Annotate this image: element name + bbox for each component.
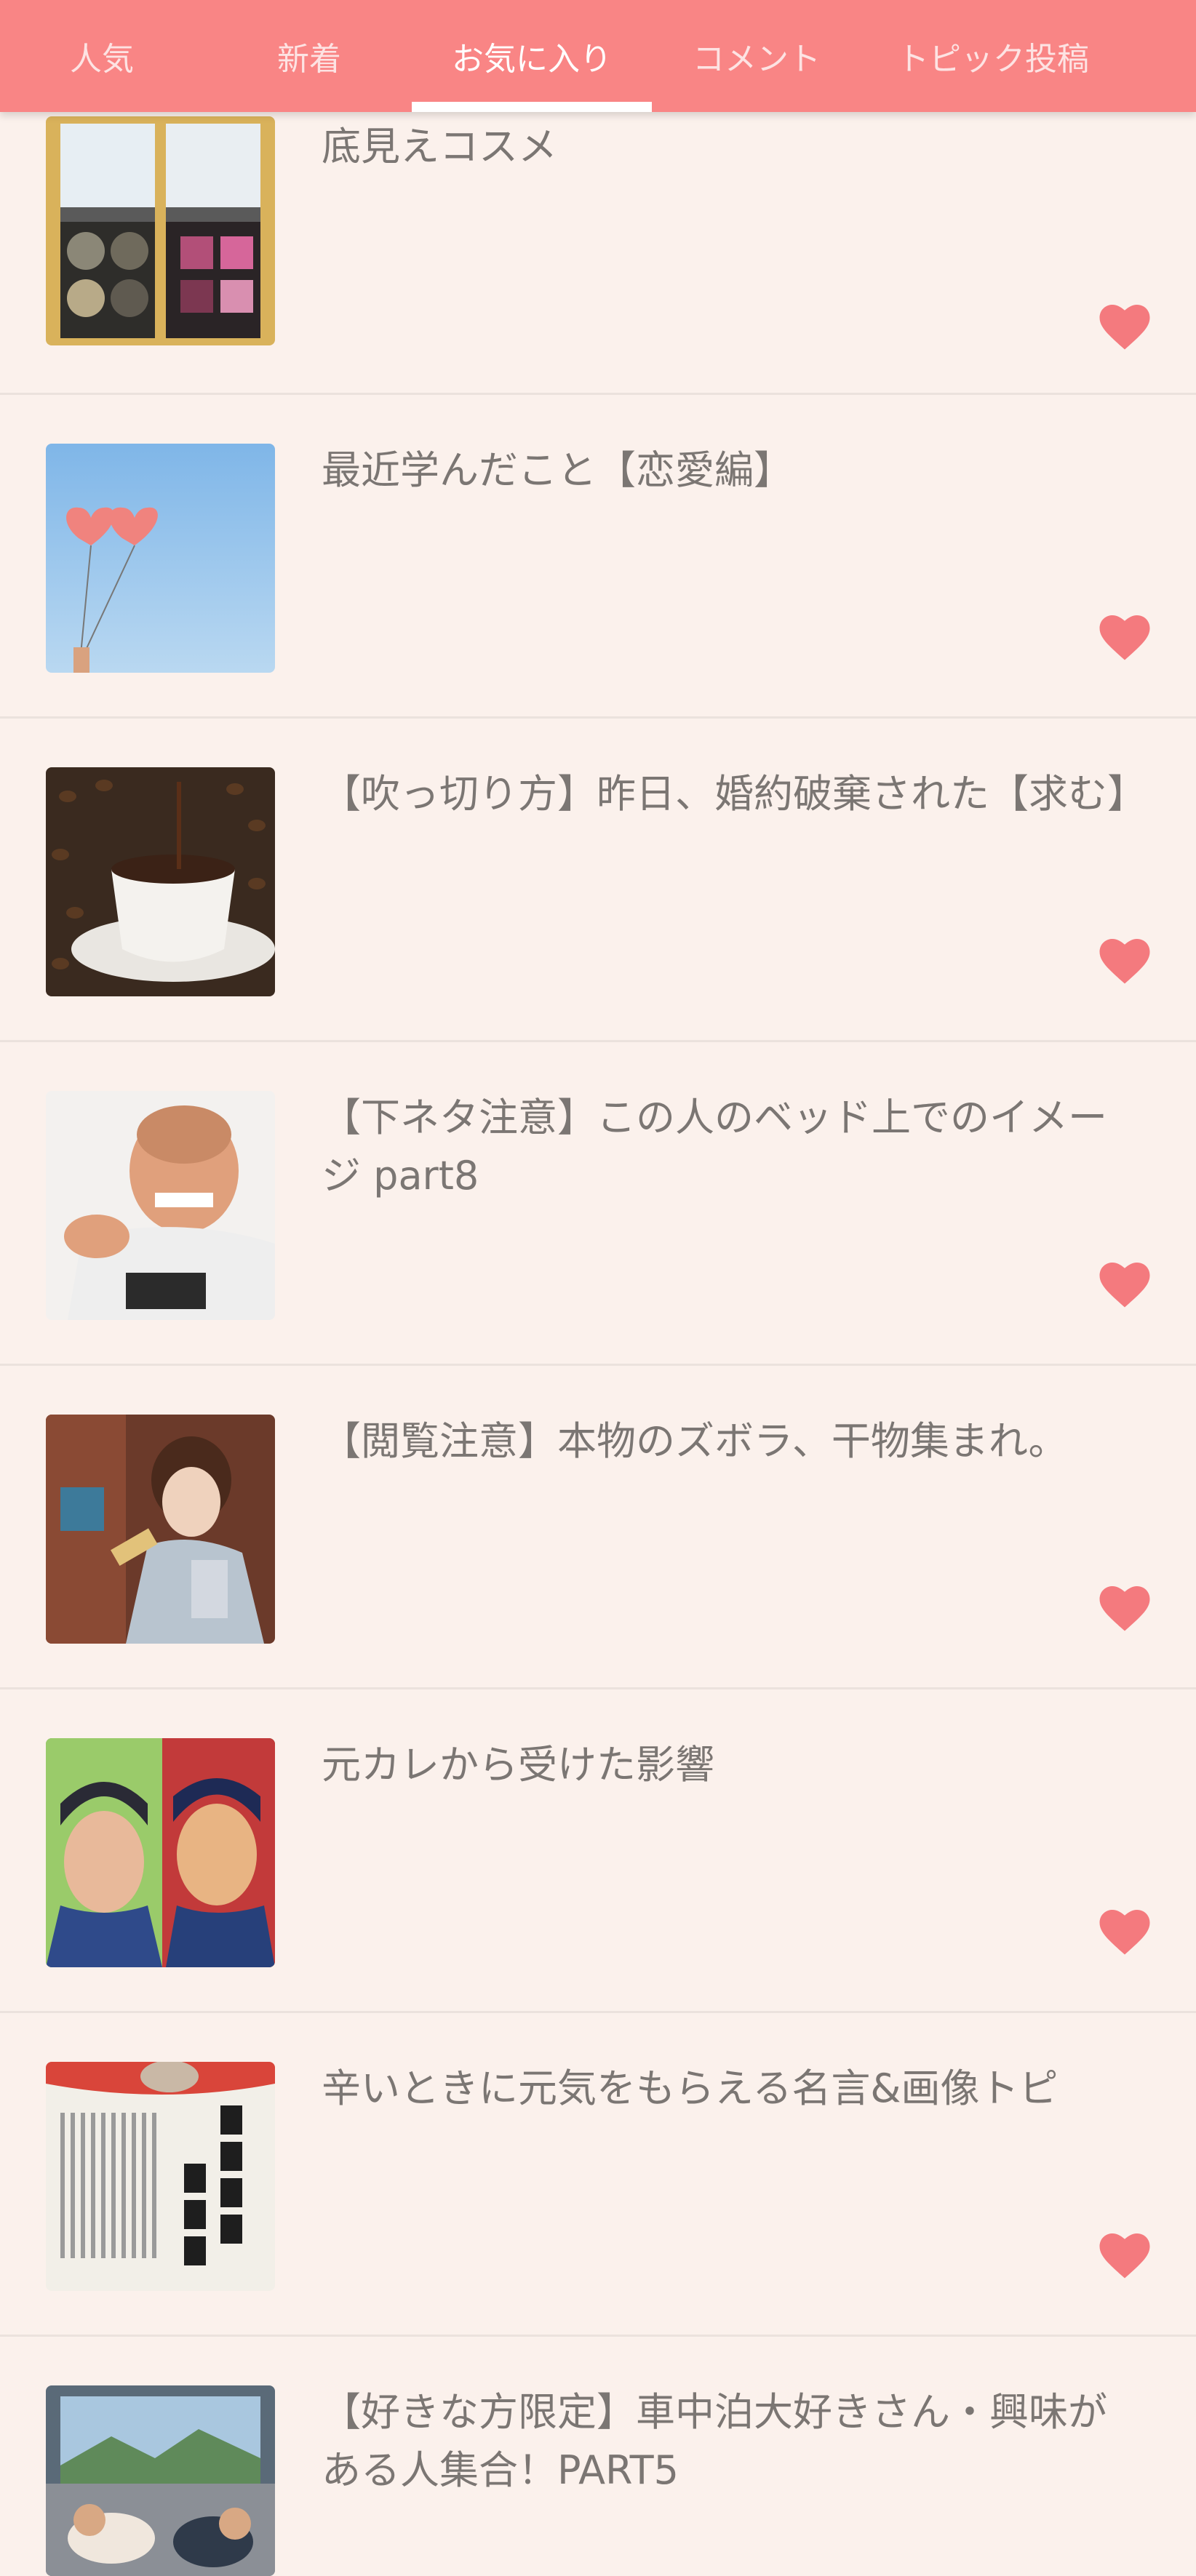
tab-post-topic[interactable]: トピック投稿 [873, 0, 1113, 112]
topic-title: 【好きな方限定】車中泊大好きさん・興味がある人集合！PART5 [322, 2389, 1107, 2493]
topic-thumbnail[interactable] [46, 116, 275, 345]
topic-thumbnail[interactable] [46, 444, 275, 673]
topic-thumbnail[interactable] [46, 1738, 275, 1967]
manga-characters-photo [46, 1738, 275, 1967]
heart-icon[interactable] [1099, 613, 1151, 661]
topic-list-item[interactable]: 辛いときに元気をもらえる名言&画像トピ [0, 2013, 1196, 2337]
heart-icon[interactable] [1099, 937, 1151, 985]
topic-list-item[interactable]: 【吹っ切り方】昨日、婚約破棄された【求む】 [0, 719, 1196, 1042]
heart-icon[interactable] [1099, 2231, 1151, 2279]
topic-thumbnail[interactable] [46, 1415, 275, 1644]
topic-thumbnail[interactable] [46, 767, 275, 996]
topic-list-item[interactable]: 底見えコスメ [0, 71, 1196, 395]
heart-icon[interactable] [1099, 1260, 1151, 1308]
topic-title: 最近学んだこと【恋愛編】 [322, 447, 793, 493]
top-tab-bar: 人気 新着 お気に入り コメント トピック投稿 [0, 0, 1196, 112]
topic-thumbnail[interactable] [46, 1091, 275, 1320]
woman-eating-photo [46, 1415, 275, 1644]
topic-title: 元カレから受けた影響 [322, 1742, 714, 1788]
eyeshadow-palette-photo [46, 116, 275, 345]
quote-poster-photo [46, 2062, 275, 2291]
tab-comments[interactable]: コメント [669, 0, 844, 112]
topic-thumbnail[interactable] [46, 2062, 275, 2291]
topic-title: 【閲覧注意】本物のズボラ、干物集まれ。 [322, 1418, 1068, 1464]
heart-icon[interactable] [1099, 303, 1151, 351]
coffee-cup-photo [46, 767, 275, 996]
topic-list-item[interactable]: 最近学んだこと【恋愛編】 [0, 395, 1196, 719]
topic-title: 辛いときに元気をもらえる名言&画像トピ [322, 2065, 1059, 2111]
car-camping-photo [46, 2385, 275, 2576]
tab-new[interactable]: 新着 [240, 0, 378, 112]
heart-icon[interactable] [1099, 1908, 1151, 1956]
topic-title: 【吹っ切り方】昨日、婚約破棄された【求む】 [322, 771, 1147, 817]
active-tab-indicator [412, 102, 652, 112]
topic-list-item[interactable]: 【下ネタ注意】この人のベッド上でのイメージ part8 [0, 1042, 1196, 1366]
heart-icon[interactable] [1099, 1584, 1151, 1632]
man-portrait-photo [46, 1091, 275, 1320]
tab-favorites[interactable]: お気に入り [412, 0, 652, 112]
topic-thumbnail[interactable] [46, 2385, 275, 2576]
topic-list-item[interactable]: 【好きな方限定】車中泊大好きさん・興味がある人集合！PART5 [0, 2337, 1196, 2576]
heart-balloons-photo [46, 444, 275, 673]
tab-popular[interactable]: 人気 [36, 0, 167, 112]
topic-title: 【下ネタ注意】この人のベッド上でのイメージ part8 [322, 1095, 1107, 1199]
topic-list-item[interactable]: 【閲覧注意】本物のズボラ、干物集まれ。 [0, 1366, 1196, 1689]
topic-list-item[interactable]: 元カレから受けた影響 [0, 1689, 1196, 2013]
topic-title: 底見えコスメ [322, 124, 557, 169]
